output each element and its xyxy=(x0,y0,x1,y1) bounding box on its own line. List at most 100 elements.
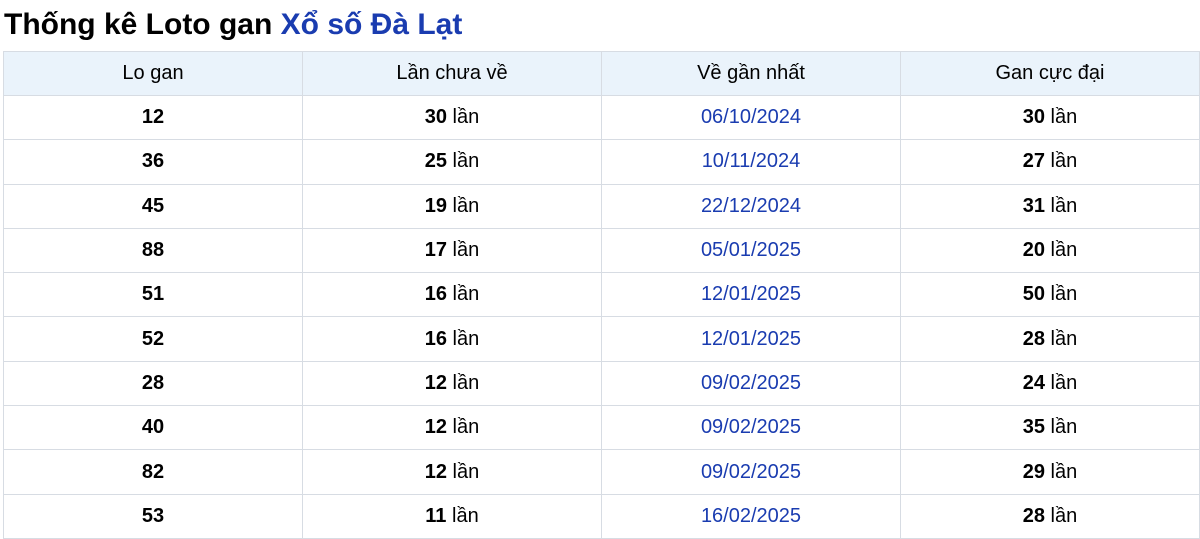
cell-ve-gan-nhat: 09/02/2025 xyxy=(601,449,901,495)
unit-label: lần xyxy=(452,504,479,527)
unit-label: lần xyxy=(1050,327,1078,350)
table-row: 51 16 lần 12/01/2025 50 lần xyxy=(3,272,1200,318)
table-row: 88 17 lần 05/01/2025 20 lần xyxy=(3,227,1200,274)
cell-gan-cuc-dai: 50 lần xyxy=(900,272,1200,318)
cell-lo-gan: 12 xyxy=(3,94,303,141)
loto-gan-table: Lo gan Lần chưa về Về gần nhất Gan cực đ… xyxy=(3,51,1200,539)
cell-gan-cuc-dai: 27 lần xyxy=(900,139,1200,185)
unit-label: lần xyxy=(452,371,480,394)
unit-label: lần xyxy=(1050,239,1078,262)
gan-cuc-dai-count: 28 xyxy=(1022,504,1045,527)
lan-chua-ve-count: 30 xyxy=(424,106,447,129)
cell-ve-gan-nhat: 10/11/2024 xyxy=(601,139,901,185)
gan-cuc-dai-count: 27 xyxy=(1022,150,1045,173)
cell-lo-gan: 88 xyxy=(3,227,303,274)
cell-lo-gan: 28 xyxy=(3,360,303,407)
lo-number: 28 xyxy=(141,371,165,394)
lo-number: 88 xyxy=(141,239,165,262)
table-row: 36 25 lần 10/11/2024 27 lần xyxy=(3,139,1200,185)
lan-chua-ve-count: 19 xyxy=(424,194,447,217)
cell-ve-gan-nhat: 22/12/2024 xyxy=(601,183,901,229)
cell-ve-gan-nhat: 09/02/2025 xyxy=(601,405,901,451)
table-row: 45 19 lần 22/12/2024 31 lần xyxy=(3,183,1200,229)
gan-cuc-dai-count: 31 xyxy=(1022,194,1045,217)
cell-lan-chua-ve: 12 lần xyxy=(302,360,602,407)
lan-chua-ve-count: 12 xyxy=(424,371,447,394)
header-gan-cuc-dai: Gan cực đại xyxy=(900,51,1200,96)
cell-lo-gan: 36 xyxy=(3,139,303,185)
page-title-lottery-name: Xổ số Đà Lạt xyxy=(280,8,463,41)
cell-gan-cuc-dai: 24 lần xyxy=(900,360,1200,407)
lo-number: 12 xyxy=(141,106,165,129)
lo-number: 82 xyxy=(141,460,165,483)
gan-cuc-dai-count: 30 xyxy=(1022,106,1045,129)
cell-gan-cuc-dai: 28 lần xyxy=(900,493,1200,539)
lo-number: 52 xyxy=(141,327,165,350)
cell-gan-cuc-dai: 35 lần xyxy=(900,405,1200,451)
unit-label: lần xyxy=(452,460,480,483)
cell-lan-chua-ve: 16 lần xyxy=(302,316,602,362)
table-row: 53 11 lần 16/02/2025 28 lần xyxy=(3,493,1200,539)
unit-label: lần xyxy=(1050,283,1078,306)
unit-label: lần xyxy=(1050,416,1078,439)
unit-label: lần xyxy=(452,106,480,129)
unit-label: lần xyxy=(452,416,480,439)
lo-number: 53 xyxy=(141,504,165,527)
cell-lan-chua-ve: 25 lần xyxy=(302,139,602,185)
gan-cuc-dai-count: 50 xyxy=(1022,283,1045,306)
unit-label: lần xyxy=(1050,194,1078,217)
unit-label: lần xyxy=(452,327,480,350)
table-header-row: Lo gan Lần chưa về Về gần nhất Gan cực đ… xyxy=(3,51,1200,96)
unit-label: lần xyxy=(1050,106,1078,129)
lan-chua-ve-count: 12 xyxy=(424,416,447,439)
cell-gan-cuc-dai: 28 lần xyxy=(900,316,1200,362)
gan-cuc-dai-count: 28 xyxy=(1022,327,1045,350)
cell-lo-gan: 40 xyxy=(3,405,303,451)
cell-ve-gan-nhat: 06/10/2024 xyxy=(601,94,901,141)
lan-chua-ve-count: 11 xyxy=(425,504,447,527)
cell-gan-cuc-dai: 20 lần xyxy=(900,227,1200,274)
unit-label: lần xyxy=(452,150,480,173)
cell-lan-chua-ve: 12 lần xyxy=(302,449,602,495)
lan-chua-ve-count: 25 xyxy=(424,150,447,173)
lan-chua-ve-count: 16 xyxy=(424,283,447,306)
lan-chua-ve-count: 17 xyxy=(424,239,447,262)
unit-label: lần xyxy=(452,194,480,217)
gan-cuc-dai-count: 24 xyxy=(1022,371,1045,394)
page-title-prefix: Thống kê Loto gan xyxy=(4,8,273,41)
table-header: Lo gan Lần chưa về Về gần nhất Gan cực đ… xyxy=(3,51,1200,96)
cell-lan-chua-ve: 12 lần xyxy=(302,405,602,451)
table-row: 52 16 lần 12/01/2025 28 lần xyxy=(3,316,1200,362)
page-title: Thống kê Loto gan Xổ số Đà Lạt xyxy=(0,0,1200,50)
cell-gan-cuc-dai: 31 lần xyxy=(900,183,1200,229)
cell-lo-gan: 45 xyxy=(3,183,303,229)
cell-ve-gan-nhat: 16/02/2025 xyxy=(601,493,901,539)
lan-chua-ve-count: 12 xyxy=(424,460,447,483)
cell-gan-cuc-dai: 29 lần xyxy=(900,449,1200,495)
gan-cuc-dai-count: 29 xyxy=(1022,460,1045,483)
lan-chua-ve-count: 16 xyxy=(424,327,447,350)
cell-lo-gan: 51 xyxy=(3,272,303,318)
cell-lan-chua-ve: 16 lần xyxy=(302,272,602,318)
lo-number: 51 xyxy=(141,283,165,306)
cell-lo-gan: 82 xyxy=(3,449,303,495)
header-lan-chua-ve: Lần chưa về xyxy=(302,51,602,96)
lo-number: 40 xyxy=(141,416,165,439)
cell-lan-chua-ve: 11 lần xyxy=(302,493,602,539)
table-row: 28 12 lần 09/02/2025 24 lần xyxy=(3,360,1200,407)
table-row: 40 12 lần 09/02/2025 35 lần xyxy=(3,405,1200,451)
cell-ve-gan-nhat: 12/01/2025 xyxy=(601,272,901,318)
cell-lo-gan: 53 xyxy=(3,493,303,539)
gan-cuc-dai-count: 20 xyxy=(1022,239,1045,262)
cell-lan-chua-ve: 30 lần xyxy=(302,94,602,141)
cell-lan-chua-ve: 17 lần xyxy=(302,227,602,274)
unit-label: lần xyxy=(452,239,480,262)
table-row: 12 30 lần 06/10/2024 30 lần xyxy=(3,94,1200,141)
unit-label: lần xyxy=(1050,371,1078,394)
lo-number: 36 xyxy=(141,150,165,173)
cell-ve-gan-nhat: 05/01/2025 xyxy=(601,227,901,274)
lo-number: 45 xyxy=(141,194,165,217)
unit-label: lần xyxy=(1050,460,1078,483)
header-lo-gan: Lo gan xyxy=(3,51,303,96)
cell-gan-cuc-dai: 30 lần xyxy=(900,94,1200,141)
